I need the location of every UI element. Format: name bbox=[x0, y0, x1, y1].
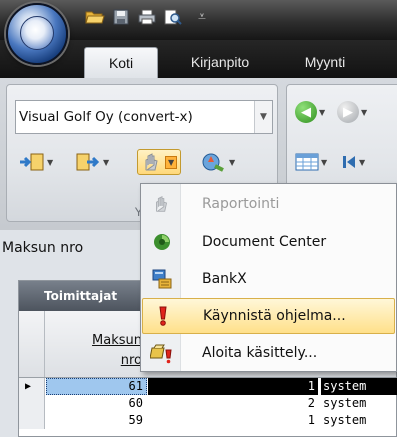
save-icon[interactable] bbox=[110, 7, 132, 27]
document-center-icon bbox=[142, 224, 182, 260]
chevron-down-icon: ▼ bbox=[103, 157, 110, 167]
menu-item-label: Raportointi bbox=[202, 196, 280, 212]
quick-access-toolbar: ⩡ bbox=[84, 7, 206, 27]
maksun-nro-label: Maksun nro bbox=[2, 240, 84, 256]
hand-tool-icon bbox=[145, 153, 158, 171]
row-selector bbox=[19, 395, 45, 412]
cell-count[interactable]: 1 bbox=[148, 378, 318, 395]
tab-koti[interactable]: Koti bbox=[84, 47, 158, 79]
menu-item-raportointi: Raportointi bbox=[142, 186, 395, 222]
chevron-down-icon: ▼ bbox=[165, 155, 178, 169]
chevron-down-icon: ▼ bbox=[229, 157, 236, 167]
first-record-icon bbox=[343, 156, 355, 168]
tools-dropdown-menu: Raportointi Document Center BankX Käynni… bbox=[140, 183, 397, 372]
chevron-down-icon: ▼ bbox=[321, 157, 328, 167]
current-row-indicator: ▶ bbox=[19, 378, 45, 395]
chevron-down-icon: ▼ bbox=[319, 107, 326, 117]
back-button[interactable]: ◀ ▼ bbox=[291, 99, 329, 125]
company-combo-value: Visual Golf Oy (convert-x) bbox=[19, 109, 193, 125]
import-icon bbox=[20, 153, 44, 171]
start-processing-icon bbox=[142, 335, 182, 371]
cell-user[interactable]: system bbox=[321, 378, 397, 395]
bank-icon bbox=[142, 261, 182, 297]
first-record-button[interactable]: ▼ bbox=[337, 149, 369, 175]
menu-item-label: Käynnistä ohjelma... bbox=[203, 308, 346, 324]
grid-view-button[interactable]: ▼ bbox=[291, 149, 331, 175]
menu-item-kaynnista-ohjelma[interactable]: Käynnistä ohjelma... bbox=[142, 298, 395, 334]
cell-count[interactable]: 2 bbox=[148, 395, 318, 412]
tools-dropdown-button[interactable]: ▼ bbox=[137, 149, 182, 175]
chevron-down-icon: ▼ bbox=[361, 107, 368, 117]
folder-open-icon[interactable] bbox=[84, 7, 106, 27]
table-row[interactable]: 59 1 system bbox=[19, 412, 396, 429]
menu-item-label: Document Center bbox=[202, 234, 327, 250]
arrow-left-icon: ◀ bbox=[295, 101, 317, 123]
table-row[interactable]: ▶ 61 1 system bbox=[19, 378, 397, 395]
cell-count[interactable]: 1 bbox=[148, 412, 318, 429]
row-selector-header bbox=[19, 311, 45, 377]
row-selector bbox=[19, 412, 45, 429]
import-button[interactable]: ▼ bbox=[15, 149, 57, 175]
cell-maksun-nro[interactable]: 59 bbox=[46, 412, 147, 429]
arrow-right-icon: ▶ bbox=[337, 101, 359, 123]
menu-item-aloita-kasittely[interactable]: Aloita käsittely... bbox=[142, 335, 395, 371]
menu-item-label: BankX bbox=[202, 271, 247, 287]
chevron-down-icon: ▼ bbox=[47, 157, 54, 167]
exclamation-icon bbox=[143, 298, 183, 334]
column-header-line2: nro bbox=[120, 353, 142, 368]
forward-button[interactable]: ▶ ▼ bbox=[333, 99, 371, 125]
grid-icon bbox=[295, 153, 319, 171]
print-icon[interactable] bbox=[136, 7, 158, 27]
export-icon bbox=[76, 153, 100, 171]
application-orb-button[interactable] bbox=[6, 3, 68, 65]
cell-maksun-nro[interactable]: 61 bbox=[46, 378, 147, 395]
export-button[interactable]: ▼ bbox=[71, 149, 113, 175]
company-combo[interactable]: Visual Golf Oy (convert-x) ▼ bbox=[15, 100, 273, 134]
chevron-down-icon[interactable]: ▼ bbox=[254, 101, 272, 133]
table-row[interactable]: 60 2 system bbox=[19, 395, 396, 412]
cell-maksun-nro[interactable]: 60 bbox=[46, 395, 147, 412]
menu-item-document-center[interactable]: Document Center bbox=[142, 224, 395, 260]
qat-customize-icon[interactable]: ⩡ bbox=[198, 9, 206, 25]
column-header-line1: Maksun bbox=[92, 333, 142, 348]
menu-item-bankx[interactable]: BankX bbox=[142, 261, 395, 297]
report-icon bbox=[142, 186, 182, 222]
cell-user[interactable]: system bbox=[321, 395, 397, 412]
print-preview-icon[interactable] bbox=[162, 7, 184, 27]
panel-title: Toimittajat bbox=[44, 289, 118, 303]
cell-user[interactable]: system bbox=[321, 412, 397, 429]
tab-kirjanpito[interactable]: Kirjanpito bbox=[168, 47, 272, 79]
settings-icon bbox=[202, 153, 224, 172]
chevron-down-icon: ▼ bbox=[359, 157, 366, 167]
settings-button[interactable]: ▼ bbox=[197, 149, 239, 175]
menu-item-label: Aloita käsittely... bbox=[202, 345, 318, 361]
column-header-maksun-nro[interactable]: Maksun nro bbox=[46, 331, 146, 371]
tab-myynti[interactable]: Myynti bbox=[282, 47, 368, 79]
orb-logo-icon bbox=[20, 16, 54, 50]
